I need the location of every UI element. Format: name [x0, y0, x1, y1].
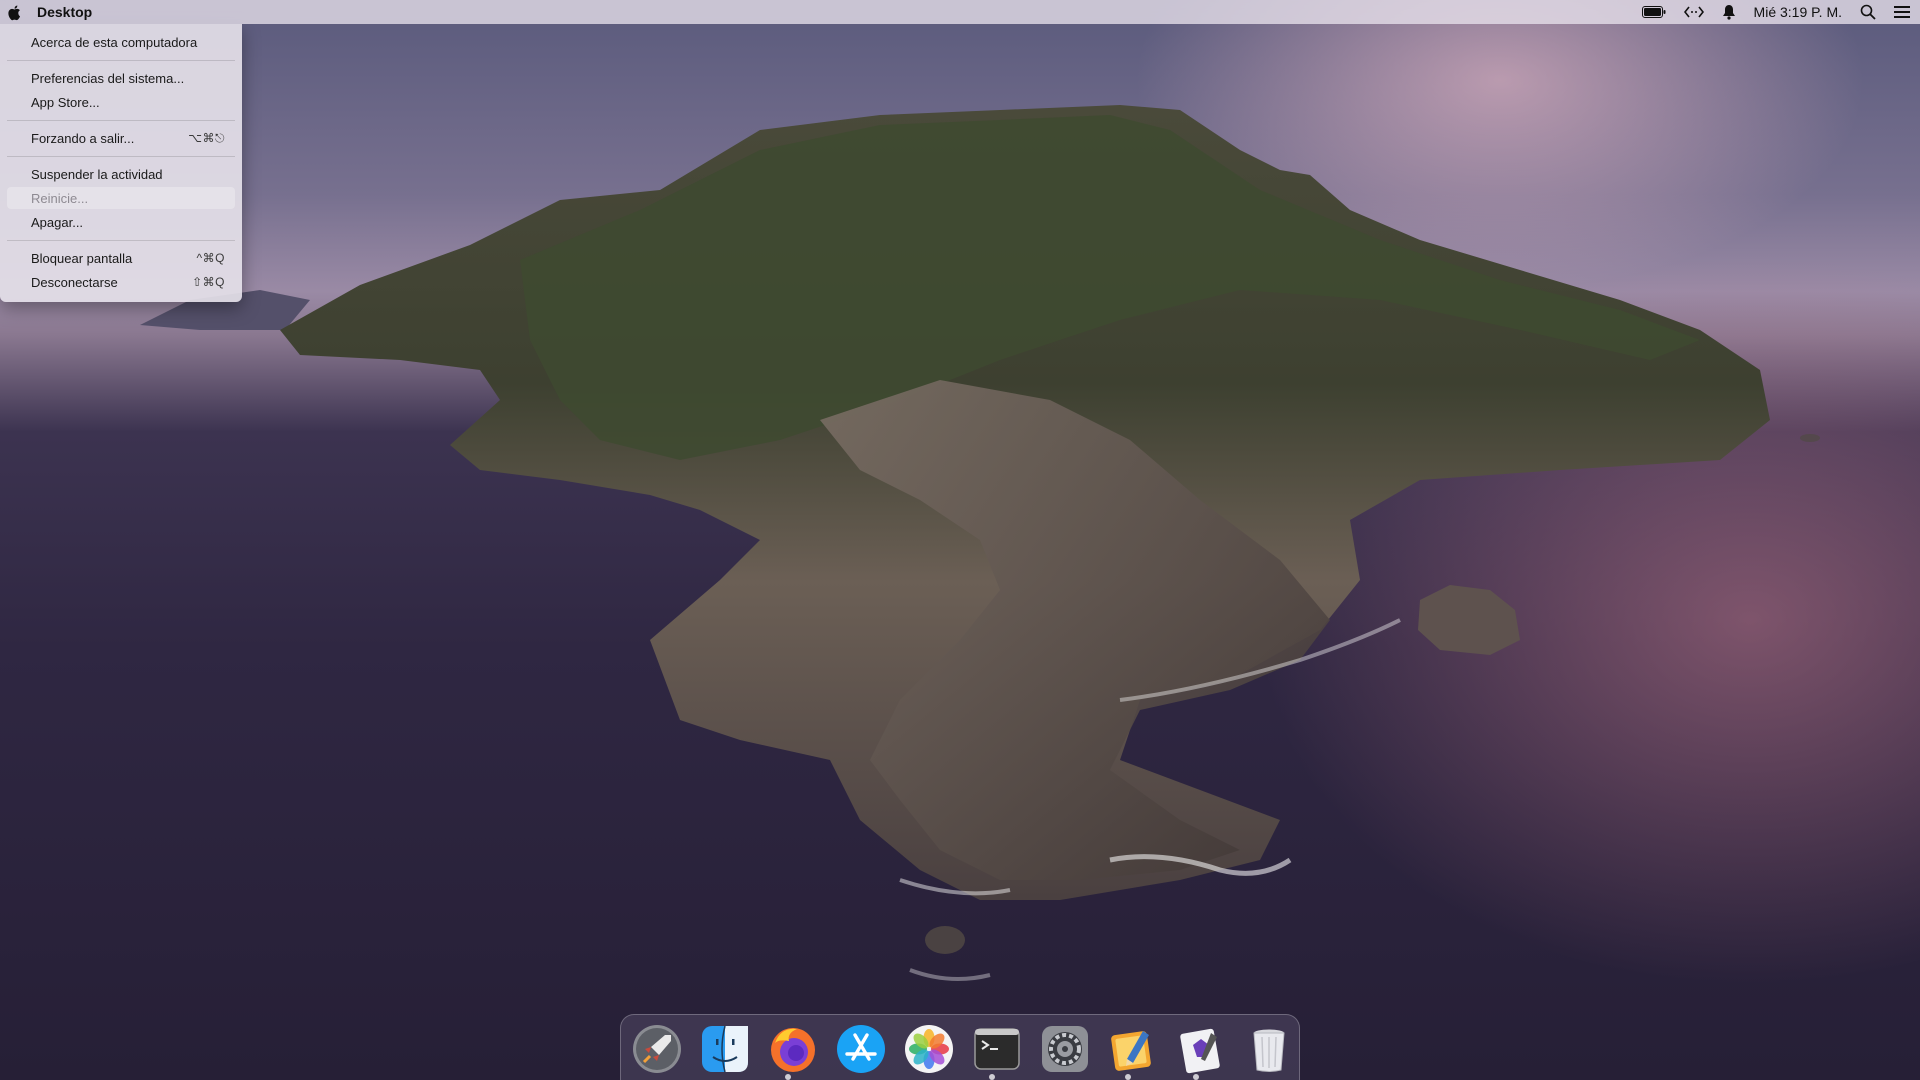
photos-icon[interactable] [903, 1023, 955, 1075]
menu-item-label: Suspender la actividad [31, 166, 163, 182]
menu-separator [7, 240, 235, 241]
dock [620, 1014, 1300, 1080]
apple-icon[interactable] [5, 3, 21, 21]
menu-separator [7, 60, 235, 61]
menu-item-shortcut: ^⌘Q [196, 251, 225, 265]
battery-icon[interactable] [1641, 0, 1666, 24]
status-menus: Mié 3:19 P. M. [1641, 0, 1920, 24]
script-editor-icon[interactable] [1175, 1023, 1227, 1075]
notification-bell-icon[interactable] [1722, 0, 1736, 24]
menu-item-label: Forzando a salir... [31, 130, 135, 146]
menu-item-restart[interactable]: Reinicie... [7, 187, 235, 209]
running-indicator-script-editor [1193, 1074, 1199, 1080]
control-center-icon[interactable] [1894, 0, 1910, 24]
menu-item-system-preferences[interactable]: Preferencias del sistema... [7, 67, 235, 89]
menu-item-label: Reinicie... [31, 190, 89, 206]
menu-item-shortcut: ⇧⌘Q [192, 275, 225, 289]
menu-separator [7, 156, 235, 157]
launchpad-rocket-icon[interactable] [631, 1023, 683, 1075]
notes-pencil-icon[interactable] [1107, 1023, 1159, 1075]
apple-menu: Acerca de esta computadora Preferencias … [0, 24, 242, 302]
menu-item-lock-screen[interactable]: Bloquear pantalla ^⌘Q [7, 247, 235, 269]
firefox-icon[interactable] [767, 1023, 819, 1075]
finder-icon[interactable] [699, 1023, 751, 1075]
system-preferences-gear-icon[interactable] [1039, 1023, 1091, 1075]
running-indicator-firefox [785, 1074, 791, 1080]
menu-item-about[interactable]: Acerca de esta computadora [7, 31, 235, 53]
menu-item-log-out[interactable]: Desconectarse ⇧⌘Q [7, 271, 235, 293]
menu-item-sleep[interactable]: Suspender la actividad [7, 163, 235, 185]
menu-item-label: Preferencias del sistema... [31, 70, 185, 86]
desktop-wallpaper [0, 0, 1920, 1080]
running-indicator-terminal [989, 1074, 995, 1080]
menu-item-label: Desconectarse [31, 274, 118, 290]
menu-item-shut-down[interactable]: Apagar... [7, 211, 235, 233]
menu-item-label: Acerca de esta computadora [31, 34, 198, 50]
arrows-icon[interactable] [1683, 0, 1704, 24]
running-indicator-notes [1125, 1074, 1131, 1080]
menu-separator [7, 120, 235, 121]
menu-item-label: App Store... [31, 94, 100, 110]
terminal-icon[interactable] [971, 1023, 1023, 1075]
menu-item-force-quit[interactable]: Forzando a salir... ⌥⌘⎋ [7, 127, 235, 149]
menu-item-app-store[interactable]: App Store... [7, 91, 235, 113]
trash-icon[interactable] [1243, 1023, 1295, 1075]
clock[interactable]: Mié 3:19 P. M. [1754, 4, 1842, 20]
spotlight-search-icon[interactable] [1860, 0, 1876, 24]
app-store-icon[interactable] [835, 1023, 887, 1075]
catalina-island-wallpaper [140, 105, 1820, 981]
menu-item-label: Bloquear pantalla [31, 250, 133, 266]
menu-item-shortcut: ⌥⌘⎋ [188, 130, 225, 145]
menu-bar: Desktop Mié 3:19 P. M. [0, 0, 1920, 24]
menu-item-label: Apagar... [31, 214, 84, 230]
active-app-name[interactable]: Desktop [37, 4, 92, 20]
